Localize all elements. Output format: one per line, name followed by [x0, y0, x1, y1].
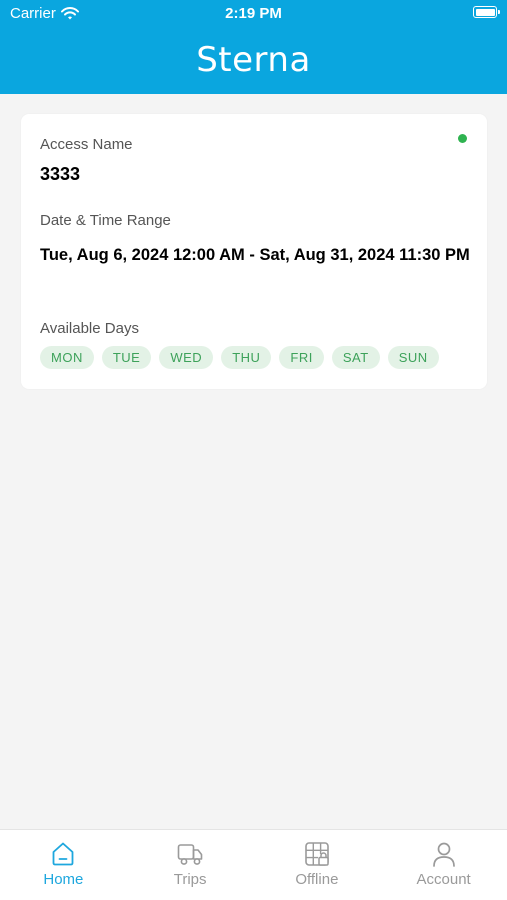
user-icon [430, 840, 458, 868]
tab-home-label: Home [43, 871, 84, 888]
home-icon [49, 840, 77, 868]
date-range-label: Date & Time Range [40, 212, 171, 229]
day-chip-tue: TUE [101, 346, 152, 369]
status-time: 2:19 PM [225, 5, 282, 22]
available-days-label: Available Days [40, 320, 139, 337]
day-chip-thu: THU [221, 346, 272, 369]
battery-icon [473, 6, 500, 18]
day-chip-wed: WED [159, 346, 214, 369]
access-name-label: Access Name [40, 136, 133, 153]
tab-account-label: Account [416, 871, 471, 888]
tab-home[interactable]: Home [0, 830, 127, 900]
day-chip-mon: MON [40, 346, 94, 369]
tab-account[interactable]: Account [380, 830, 507, 900]
active-status-dot [458, 134, 467, 143]
access-name-value: 3333 [40, 164, 81, 184]
day-chip-sat: SAT [331, 346, 380, 369]
available-days-list: MON TUE WED THU FRI SAT SUN [40, 346, 439, 369]
tab-trips[interactable]: Trips [127, 830, 254, 900]
status-bar: Carrier 2:19 PM [0, 0, 507, 28]
tab-offline[interactable]: Offline [254, 830, 381, 900]
bottom-tab-bar: Home Trips Offline Account [0, 829, 507, 900]
day-chip-sun: SUN [387, 346, 439, 369]
tab-trips-label: Trips [173, 871, 207, 888]
truck-icon [176, 840, 204, 868]
app-header: Carrier 2:19 PM Sterna [0, 0, 507, 94]
tab-offline-label: Offline [295, 871, 339, 888]
day-chip-fri: FRI [279, 346, 324, 369]
access-card[interactable]: Access Name 3333 Date & Time Range Tue, … [21, 114, 487, 389]
date-range-value: Tue, Aug 6, 2024 12:00 AM - Sat, Aug 31,… [40, 246, 470, 264]
app-title: Sterna [196, 40, 311, 80]
offline-map-icon [303, 840, 331, 868]
